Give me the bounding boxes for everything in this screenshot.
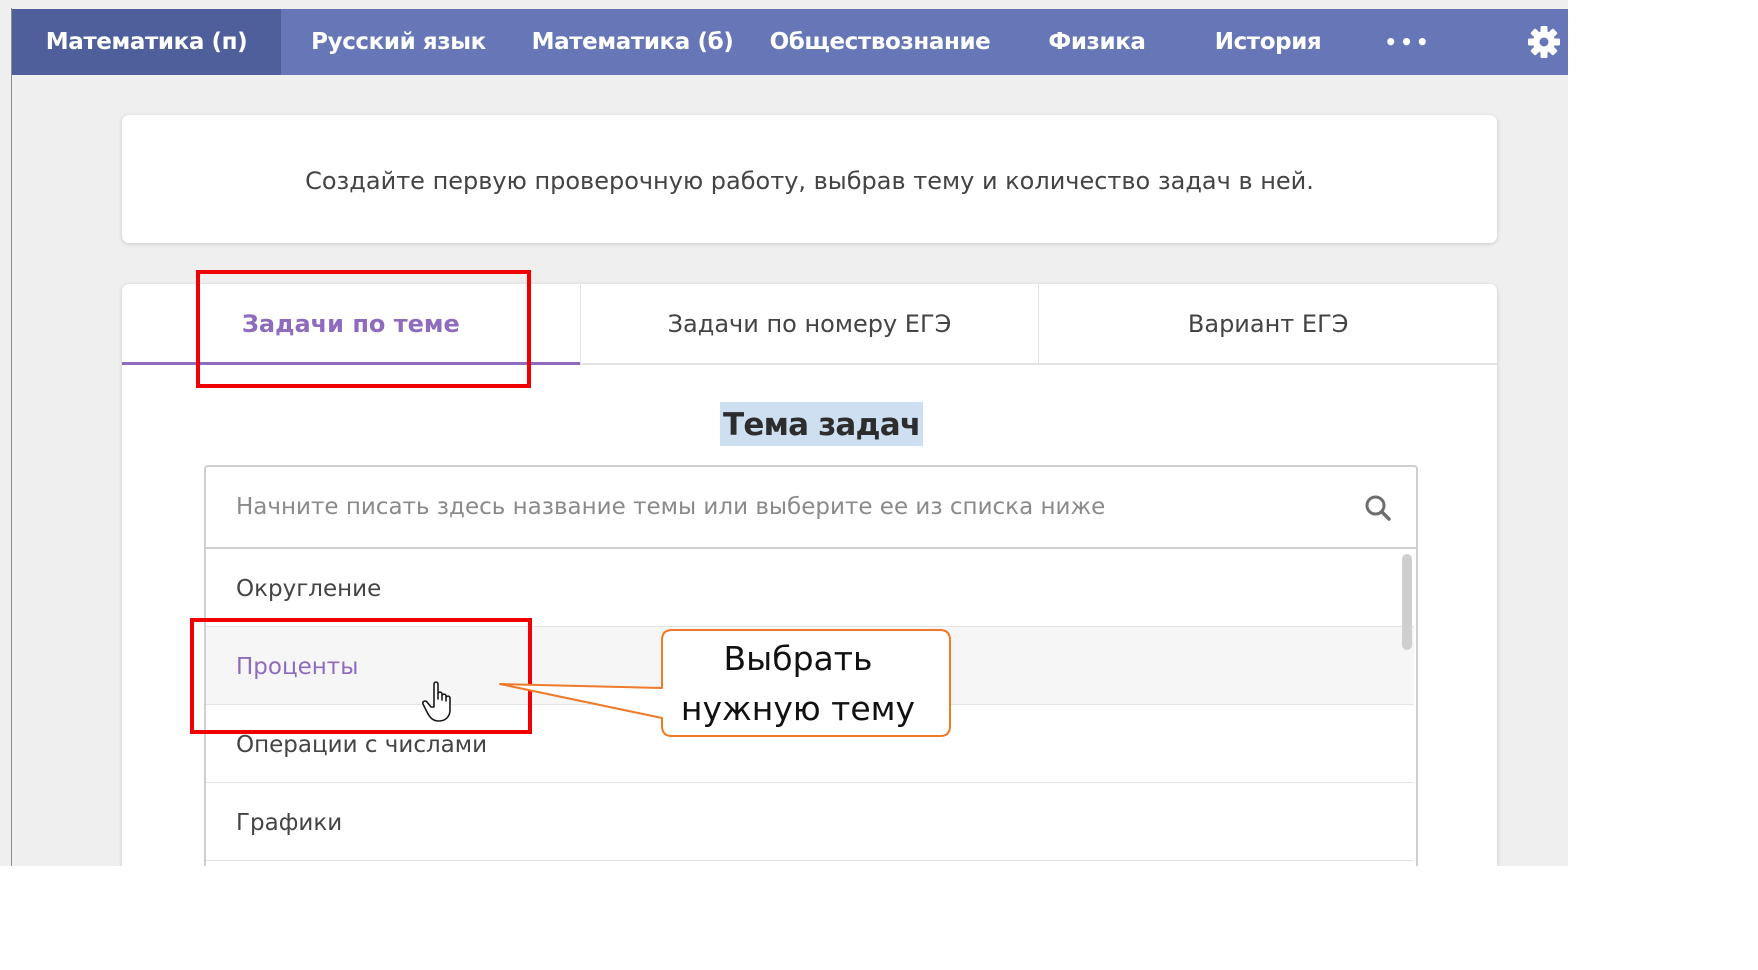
frame-border — [11, 8, 12, 866]
nav-item-russian[interactable]: Русский язык — [281, 9, 516, 75]
topic-list-scrollbar[interactable] — [1402, 554, 1412, 650]
nav-item-physics[interactable]: Физика — [1011, 9, 1183, 75]
tab-tasks-by-topic[interactable]: Задачи по теме — [122, 284, 580, 365]
mode-tabs: Задачи по теме Задачи по номеру ЕГЭ Вари… — [122, 284, 1497, 365]
nav-item-math-profile[interactable]: Математика (п) — [12, 9, 281, 75]
search-icon[interactable] — [1364, 494, 1392, 522]
nav-item-math-basic[interactable]: Математика (б) — [516, 9, 749, 75]
worksheet-builder-card: Задачи по теме Задачи по номеру ЕГЭ Вари… — [122, 284, 1497, 866]
nav-item-history[interactable]: История — [1183, 9, 1353, 75]
intro-message: Создайте первую проверочную работу, выбр… — [305, 167, 1314, 195]
callout-line-2: нужную тему — [680, 689, 916, 728]
topic-item-rounding[interactable]: Округление — [206, 549, 1414, 627]
screenshot: Математика (п) Русский язык Математика (… — [0, 0, 1568, 866]
nav-more-button[interactable]: ••• — [1353, 9, 1463, 75]
topic-search-input[interactable] — [206, 467, 1366, 547]
search-row — [206, 467, 1416, 549]
topic-item-graphs[interactable]: Графики — [206, 783, 1414, 861]
gear-icon[interactable] — [1526, 24, 1562, 60]
hand-pointer-icon — [422, 681, 451, 722]
callout-line-1: Выбрать — [723, 639, 873, 678]
callout-text: Выбрать нужную тему — [648, 632, 948, 736]
tab-tasks-by-exam-number[interactable]: Задачи по номеру ЕГЭ — [579, 284, 1039, 363]
subject-navbar: Математика (п) Русский язык Математика (… — [12, 9, 1568, 75]
intro-card: Создайте первую проверочную работу, выбр… — [122, 115, 1497, 243]
tab-exam-variant[interactable]: Вариант ЕГЭ — [1038, 284, 1497, 363]
nav-item-social-studies[interactable]: Обществознание — [749, 9, 1011, 75]
section-title: Тема задач — [720, 402, 924, 446]
